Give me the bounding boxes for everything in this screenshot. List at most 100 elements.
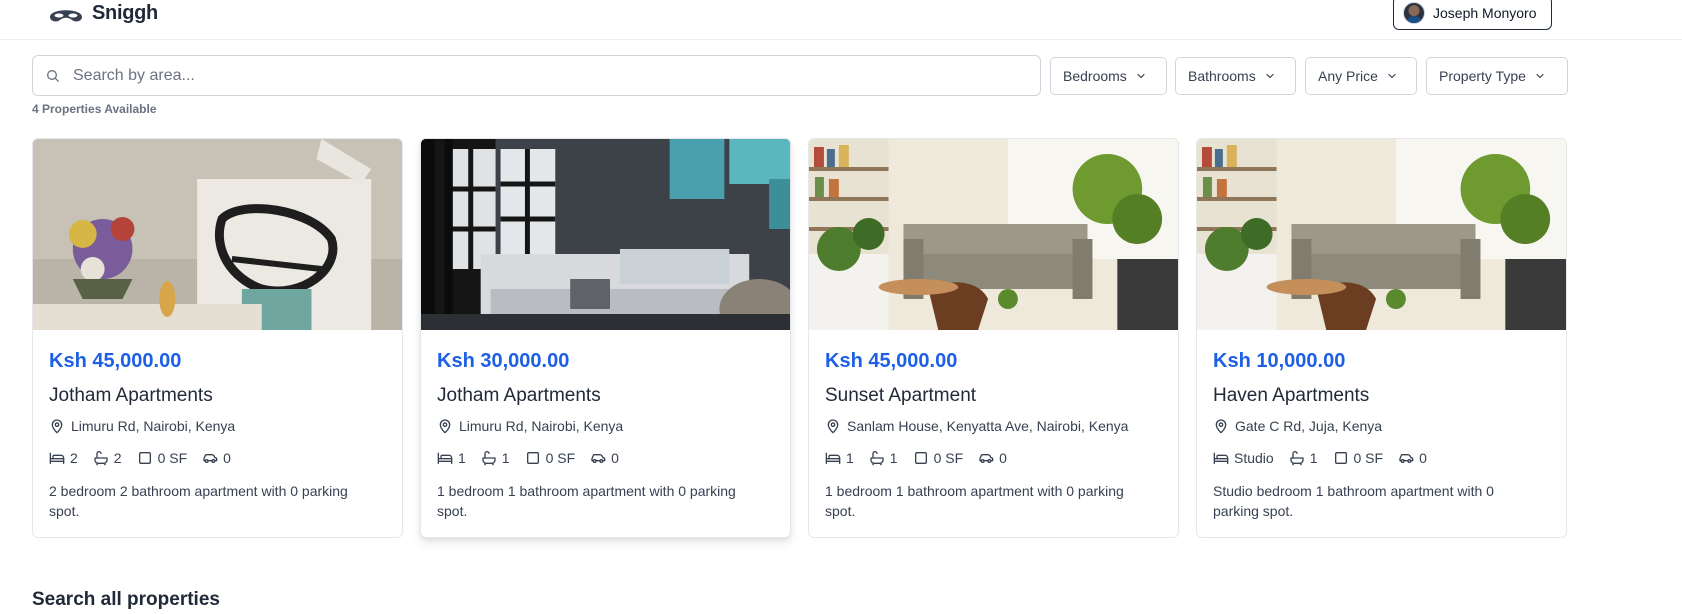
listing-address: Limuru Rd, Nairobi, Kenya (49, 417, 390, 435)
map-pin-icon (49, 418, 65, 434)
bedrooms-value: Studio (1234, 450, 1274, 466)
avatar (1403, 2, 1425, 24)
bedrooms-value: 1 (458, 450, 466, 466)
property-photo (33, 139, 402, 330)
bathrooms-filter[interactable]: Bathrooms (1175, 57, 1296, 95)
bath-icon (481, 450, 497, 466)
listing-description: 1 bedroom 1 bathroom apartment with 0 pa… (437, 483, 736, 519)
listing-address: Sanlam House, Kenyatta Ave, Nairobi, Ken… (825, 417, 1166, 435)
listing-specs: Studio 1 0 SF 0 (1213, 449, 1554, 467)
listing-name: Jotham Apartments (49, 385, 213, 406)
user-menu-button[interactable]: Joseph Monyoro (1393, 0, 1552, 30)
mask-logo-icon (50, 9, 82, 21)
map-pin-icon (437, 418, 453, 434)
listing-address-text: Sanlam House, Kenyatta Ave, Nairobi, Ken… (847, 418, 1129, 434)
listing-address-text: Gate C Rd, Juja, Kenya (1235, 418, 1383, 434)
search-all-heading: Search all properties (32, 589, 220, 610)
bathrooms-spec: 1 (869, 449, 898, 467)
listing-description: Studio bedroom 1 bathroom apartment with… (1213, 483, 1494, 519)
map-pin-icon (1213, 418, 1229, 434)
area-spec: 0 SF (913, 449, 964, 467)
listing-price: Ksh 45,000.00 (49, 350, 182, 372)
area-value: 0 SF (545, 450, 576, 466)
property-photo (421, 139, 790, 330)
car-icon (590, 450, 606, 466)
bathrooms-value: 1 (1309, 450, 1318, 466)
results-count: 4 Properties Available (32, 102, 157, 116)
search-input[interactable] (33, 56, 1040, 95)
area-spec: 0 SF (525, 449, 576, 467)
property-photo (1197, 139, 1566, 330)
square-icon (913, 450, 929, 466)
bedrooms-filter[interactable]: Bedrooms (1050, 57, 1167, 95)
bedrooms-spec: 2 (49, 449, 78, 467)
chevron-down-icon (1534, 70, 1546, 82)
square-icon (525, 450, 541, 466)
listing-address: Gate C Rd, Juja, Kenya (1213, 417, 1554, 435)
chevron-down-icon (1135, 70, 1147, 82)
parking-value: 0 (1419, 450, 1427, 466)
listing-price: Ksh 10,000.00 (1213, 350, 1346, 372)
square-icon (137, 450, 153, 466)
property-card[interactable]: Ksh 10,000.00 Haven Apartments Gate C Rd… (1196, 138, 1567, 538)
area-value: 0 SF (157, 450, 188, 466)
bathrooms-value: 2 (113, 450, 122, 466)
brand-logo[interactable]: Sniggh (48, 2, 158, 25)
car-icon (1398, 450, 1414, 466)
property-card[interactable]: Ksh 45,000.00 Jotham Apartments Limuru R… (32, 138, 403, 538)
area-value: 0 SF (933, 450, 964, 466)
parking-spec: 0 (590, 449, 619, 467)
bed-icon (437, 450, 453, 466)
price-filter-label: Any Price (1318, 68, 1378, 84)
car-icon (978, 450, 994, 466)
price-filter[interactable]: Any Price (1305, 57, 1417, 95)
property-type-filter-label: Property Type (1439, 68, 1526, 84)
bedrooms-spec: 1 (825, 449, 854, 467)
bed-icon (1213, 450, 1229, 466)
bath-icon (869, 450, 885, 466)
parking-spec: 0 (1398, 449, 1427, 467)
search-bar (32, 55, 1041, 96)
listing-address-text: Limuru Rd, Nairobi, Kenya (459, 418, 624, 434)
property-photo (809, 139, 1178, 330)
bathrooms-spec: 1 (481, 449, 510, 467)
map-pin-icon (825, 418, 841, 434)
car-icon (202, 450, 218, 466)
bathrooms-value: 1 (889, 450, 898, 466)
listing-specs: 1 1 0 SF 0 (437, 449, 778, 467)
listing-price: Ksh 30,000.00 (437, 350, 570, 372)
parking-value: 0 (999, 450, 1007, 466)
area-spec: 0 SF (1333, 449, 1384, 467)
bathrooms-value: 1 (501, 450, 510, 466)
listing-address: Limuru Rd, Nairobi, Kenya (437, 417, 778, 435)
bedrooms-value: 1 (846, 450, 854, 466)
search-icon (47, 70, 59, 82)
bath-icon (1289, 450, 1305, 466)
bath-icon (93, 450, 109, 466)
listing-name: Jotham Apartments (437, 385, 601, 406)
property-card[interactable]: Ksh 30,000.00 Jotham Apartments Limuru R… (420, 138, 791, 538)
parking-value: 0 (611, 450, 619, 466)
parking-spec: 0 (978, 449, 1007, 467)
user-name: Joseph Monyoro (1433, 5, 1537, 21)
bed-icon (825, 450, 841, 466)
listing-price: Ksh 45,000.00 (825, 350, 958, 372)
top-nav: Sniggh Joseph Monyoro (0, 0, 1682, 40)
bedrooms-filter-label: Bedrooms (1063, 68, 1127, 84)
brand-name: Sniggh (92, 2, 158, 24)
area-value: 0 SF (1353, 450, 1384, 466)
property-type-filter[interactable]: Property Type (1426, 57, 1568, 95)
listing-specs: 1 1 0 SF 0 (825, 449, 1166, 467)
bedrooms-spec: 1 (437, 449, 466, 467)
listing-specs: 2 2 0 SF 0 (49, 449, 390, 467)
bedrooms-value: 2 (70, 450, 78, 466)
area-spec: 0 SF (137, 449, 188, 467)
chevron-down-icon (1264, 70, 1276, 82)
bedrooms-spec: Studio (1213, 449, 1274, 467)
bathrooms-filter-label: Bathrooms (1188, 68, 1256, 84)
square-icon (1333, 450, 1349, 466)
property-card[interactable]: Ksh 45,000.00 Sunset Apartment Sanlam Ho… (808, 138, 1179, 538)
chevron-down-icon (1386, 70, 1398, 82)
bathrooms-spec: 2 (93, 449, 122, 467)
listing-name: Sunset Apartment (825, 385, 977, 406)
